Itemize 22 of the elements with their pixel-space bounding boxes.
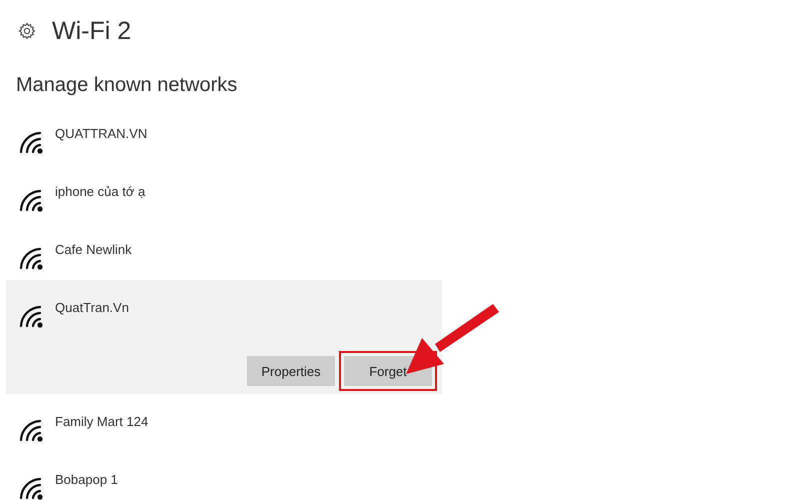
network-name: QUATTRAN.VN	[55, 126, 148, 141]
wifi-icon	[19, 476, 45, 500]
network-item[interactable]: Cafe Newlink	[6, 222, 442, 280]
settings-icon[interactable]	[18, 22, 36, 40]
network-name: Bobapop 1	[55, 472, 118, 487]
wifi-icon	[19, 246, 45, 272]
section-title: Manage known networks	[15, 73, 238, 96]
network-name: Family Mart 124	[55, 414, 148, 429]
network-item[interactable]: iphone của tớ ạ	[6, 164, 442, 222]
wifi-icon	[19, 418, 45, 444]
network-name: Cafe Newlink	[55, 242, 132, 257]
network-item[interactable]: QUATTRAN.VN	[6, 106, 442, 164]
network-item[interactable]: Family Mart 124	[6, 394, 442, 452]
network-action-button[interactable]: Properties	[247, 356, 335, 386]
network-item-selected[interactable]: QuatTran.Vn Properties Forget	[6, 280, 442, 394]
wifi-icon	[19, 304, 45, 330]
wifi-icon	[19, 130, 45, 156]
network-item[interactable]: Bobapop 1	[6, 452, 442, 500]
page-title: Wi-Fi 2	[52, 16, 132, 46]
network-name: QuatTran.Vn	[55, 300, 129, 315]
network-name: iphone của tớ ạ	[55, 184, 146, 199]
wifi-icon	[19, 188, 45, 214]
